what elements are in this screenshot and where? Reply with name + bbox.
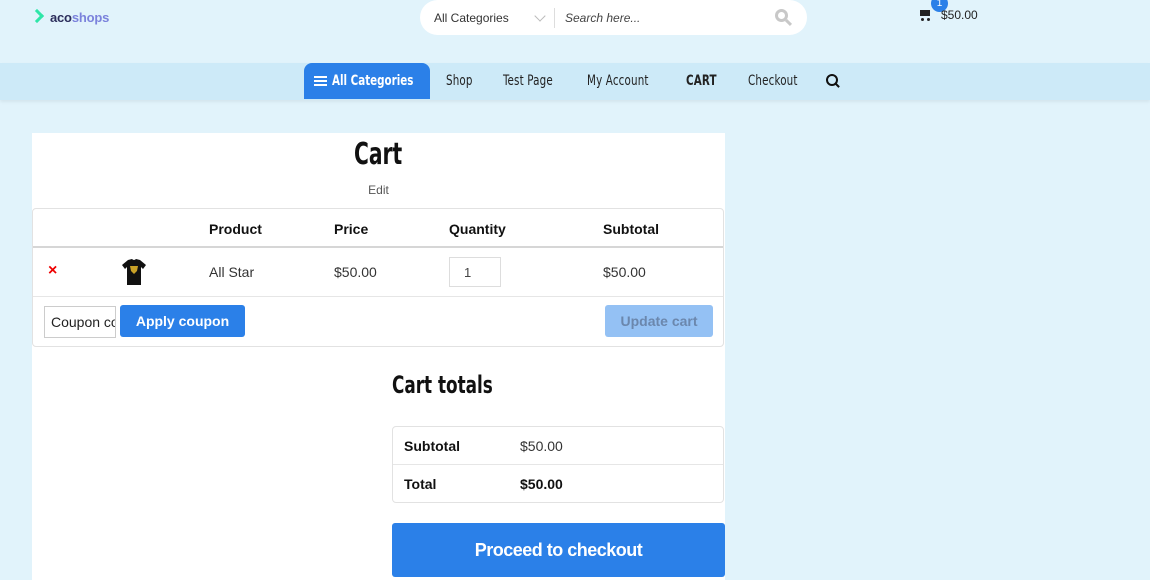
site-header: acoshops All Categories 1 $50.00 — [0, 0, 1150, 63]
search-bar: All Categories — [420, 0, 807, 35]
product-price: $50.00 — [334, 264, 377, 280]
cart-icon — [918, 9, 932, 21]
search-button[interactable] — [767, 3, 807, 33]
nav-item-my-account[interactable]: My Account — [587, 73, 649, 89]
total-row: Total $50.00 — [393, 465, 723, 503]
cart-table: Product Price Quantity Subtotal × All St… — [32, 208, 724, 347]
proceed-to-checkout-button[interactable]: Proceed to checkout — [392, 523, 725, 577]
total-label: Total — [404, 476, 437, 492]
edit-link[interactable]: Edit — [32, 183, 725, 197]
logo-text-part1: aco — [50, 9, 72, 25]
chevron-down-icon — [534, 9, 546, 22]
product-thumbnail[interactable] — [119, 257, 149, 287]
nav-search-icon[interactable] — [826, 74, 840, 88]
header-price: Price — [334, 221, 369, 237]
logo-icon — [32, 9, 44, 25]
cart-totals-title: Cart totals — [392, 371, 493, 399]
site-logo[interactable]: acoshops — [32, 9, 109, 25]
mini-cart-total: $50.00 — [941, 8, 978, 22]
search-input[interactable] — [555, 2, 767, 33]
all-categories-label: All Categories — [332, 73, 414, 89]
category-select-value: All Categories — [434, 10, 509, 25]
subtotal-label: Subtotal — [404, 438, 460, 454]
total-value: $50.00 — [520, 476, 563, 492]
header-product: Product — [209, 221, 262, 237]
subtotal-value: $50.00 — [520, 438, 563, 454]
nav-item-cart[interactable]: CART — [686, 73, 717, 89]
logo-text-part2: shops — [71, 9, 110, 25]
cart-content: Cart Edit Product Price Quantity Subtota… — [32, 133, 725, 580]
quantity-input[interactable] — [449, 257, 501, 287]
header-subtotal: Subtotal — [603, 221, 659, 237]
nav-item-shop[interactable]: Shop — [446, 73, 473, 89]
subtotal-row: Subtotal $50.00 — [393, 427, 723, 465]
all-categories-button[interactable]: All Categories — [304, 63, 430, 99]
page-title: Cart — [354, 137, 403, 172]
cart-totals-table: Subtotal $50.00 Total $50.00 — [392, 426, 724, 503]
category-select[interactable]: All Categories — [420, 7, 555, 28]
nav-item-checkout[interactable]: Checkout — [748, 73, 798, 89]
cart-actions: Apply coupon Update cart — [33, 297, 723, 346]
search-icon — [775, 8, 788, 22]
table-header: Product Price Quantity Subtotal — [33, 209, 723, 248]
remove-item-icon[interactable]: × — [48, 262, 57, 280]
header-quantity: Quantity — [449, 221, 506, 237]
nav-item-test-page[interactable]: Test Page — [503, 73, 553, 89]
product-subtotal: $50.00 — [603, 264, 646, 280]
coupon-code-input[interactable] — [44, 306, 116, 338]
mini-cart[interactable]: $50.00 — [918, 8, 978, 22]
product-name-link[interactable]: All Star — [209, 264, 254, 280]
table-row: × All Star $50.00 $50.00 — [33, 248, 723, 297]
apply-coupon-button[interactable]: Apply coupon — [120, 305, 245, 337]
main-navigation: All Categories Shop Test Page My Account… — [0, 63, 1150, 100]
update-cart-button[interactable]: Update cart — [605, 305, 713, 337]
menu-icon — [314, 76, 327, 86]
